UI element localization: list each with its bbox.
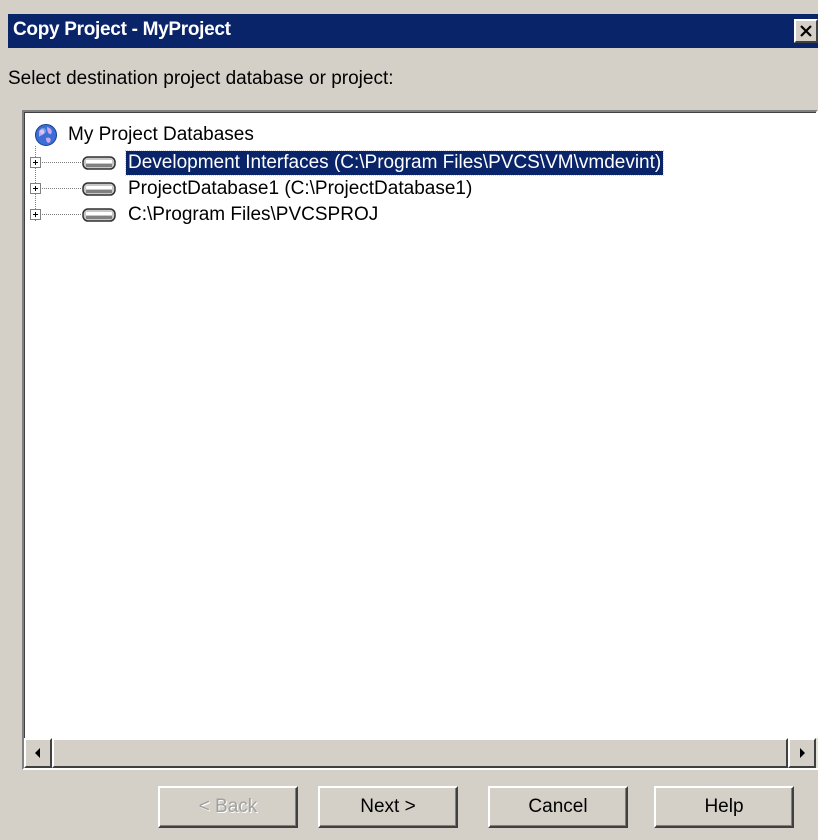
tree-node-pvcsproj[interactable]: C:\Program Files\PVCSPROJ: [24, 202, 816, 228]
tree-node-development-interfaces[interactable]: Development Interfaces (C:\Program Files…: [24, 150, 816, 176]
tree-node-label: Development Interfaces (C:\Program Files…: [124, 150, 665, 176]
close-button[interactable]: [794, 19, 818, 43]
arrow-left-icon: [35, 748, 40, 758]
help-button[interactable]: Help: [654, 786, 794, 828]
scroll-left-button[interactable]: [24, 738, 52, 768]
tree-node-label: ProjectDatabase1 (C:\ProjectDatabase1): [128, 178, 473, 199]
tree-connector: [42, 214, 82, 215]
title-bar[interactable]: Copy Project - MyProject: [8, 14, 818, 48]
next-button[interactable]: Next >: [318, 786, 458, 828]
tree-connector: [42, 162, 82, 163]
expand-icon[interactable]: [30, 209, 41, 220]
tree-node-projectdatabase1[interactable]: ProjectDatabase1 (C:\ProjectDatabase1): [24, 176, 816, 202]
database-icon: [82, 208, 116, 222]
close-icon: [800, 25, 812, 37]
cancel-button[interactable]: Cancel: [488, 786, 628, 828]
expand-icon[interactable]: [30, 183, 41, 194]
tree-connector: [42, 188, 82, 189]
tree-node-label: C:\Program Files\PVCSPROJ: [128, 204, 379, 225]
horizontal-scrollbar[interactable]: [24, 738, 818, 768]
instruction-text: Select destination project database or p…: [8, 68, 394, 89]
tree-root-label: My Project Databases: [68, 124, 254, 145]
database-icon: [82, 156, 116, 170]
expand-icon[interactable]: [30, 157, 41, 168]
copy-project-dialog: Copy Project - MyProject Select destinat…: [0, 0, 818, 840]
scroll-right-button[interactable]: [788, 738, 816, 768]
arrow-right-icon: [800, 748, 805, 758]
database-icon: [82, 182, 116, 196]
project-tree[interactable]: My Project Databases Development Interfa…: [22, 110, 818, 770]
back-button[interactable]: < Back: [158, 786, 298, 828]
window-title: Copy Project - MyProject: [13, 19, 231, 40]
globe-icon: [35, 124, 57, 146]
scroll-thumb[interactable]: [52, 738, 788, 768]
